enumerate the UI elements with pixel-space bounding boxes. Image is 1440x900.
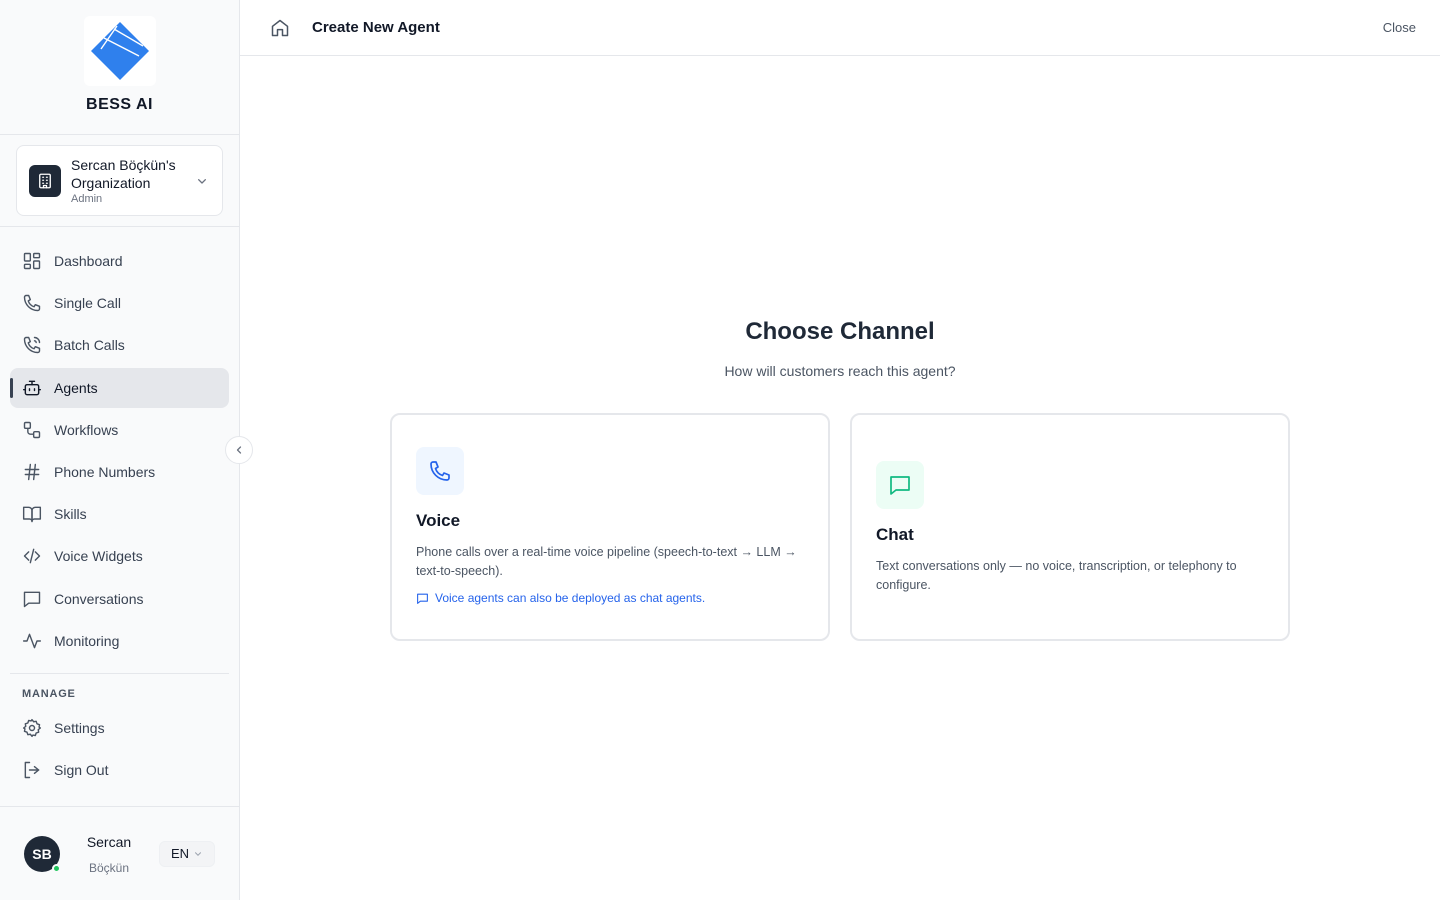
sidebar: BESS AI Sercan Böçkün's Organization Adm… [0,0,240,900]
nav-label: Workflows [54,421,119,438]
nav-label: Sign Out [54,761,109,778]
nav-label: Monitoring [54,632,120,649]
nav-item-agents[interactable]: Agents [10,367,229,408]
home-icon[interactable] [268,16,292,40]
brand-name: BESS AI [86,96,153,113]
close-button[interactable]: Close [1383,20,1416,35]
settings-icon [22,718,42,738]
choose-channel-title: Choose Channel [745,318,935,345]
building-icon [29,164,61,197]
online-status-dot [52,863,61,873]
code-icon [22,546,42,566]
organization-name: Sercan Böçkün's Organization [71,156,176,191]
chat-channel-card[interactable]: Chat Text conversations only — no voice,… [850,413,1290,641]
voice-card-description: Phone calls over a real-time voice pipel… [416,545,797,578]
nav-item-monitoring[interactable]: Monitoring [10,621,229,661]
chevron-down-icon [195,851,202,856]
nav-label: Voice Widgets [54,548,143,565]
nav-item-skills[interactable]: Skills [10,494,229,534]
bot-icon [22,378,42,398]
nav-label: Single Call [54,295,121,312]
nav-item-workflows[interactable]: Workflows [10,410,229,450]
voice-card-title: Voice [416,511,461,530]
choose-channel-subtitle: How will customers reach this agent? [724,363,956,379]
dashboard-icon [22,251,42,271]
manage-section-label: MANAGE [22,687,76,700]
avatar-initials: SB [32,845,52,862]
diamond-logo-icon [90,22,149,80]
logo[interactable] [83,16,156,86]
workflow-icon [22,420,42,440]
voice-channel-card[interactable]: Voice Phone calls over a real-time voice… [390,413,830,641]
language-selector[interactable]: EN [159,840,215,867]
message-square-icon [22,589,42,609]
page-title: Create New Agent [312,19,440,36]
phone-calls-icon [22,335,42,355]
nav-label: Agents [54,379,98,396]
sign-out-icon [22,760,42,780]
phone-icon [416,447,464,495]
book-icon [22,504,42,524]
phone-icon [22,293,42,313]
brand: BESS AI [0,0,239,135]
nav-item-dashboard[interactable]: Dashboard [10,241,229,281]
nav-label: Phone Numbers [54,463,156,480]
organization-switcher[interactable]: Sercan Böçkün's Organization Admin [16,145,223,216]
nav-item-conversations[interactable]: Conversations [10,579,229,619]
hash-icon [22,462,42,482]
message-square-icon [417,593,428,604]
nav-label: Batch Calls [54,337,125,354]
nav-label: Dashboard [54,253,123,269]
collapse-sidebar-button[interactable] [225,436,253,464]
nav-item-settings[interactable]: Settings [10,708,229,748]
chat-card-description: Text conversations only — no voice, tran… [876,559,1237,592]
user-first-name: Sercan [86,833,132,850]
nav-item-voice-widgets[interactable]: Voice Widgets [10,536,229,576]
language-label: EN [170,846,190,861]
message-square-icon [876,461,924,509]
voice-card-note: Voice agents can also be deployed as cha… [416,591,804,605]
nav-item-batch-calls[interactable]: Batch Calls [10,325,229,365]
chevron-left-icon [236,446,242,454]
user-last-name: Böçkün [88,860,130,875]
main-content: Choose Channel How will customers reach … [240,56,1440,900]
nav-label: Skills [54,506,87,523]
avatar[interactable]: SB [24,835,61,873]
voice-card-note-text: Voice agents can also be deployed as cha… [435,591,706,605]
nav-label: Conversations [54,590,144,607]
activity-icon [22,631,42,651]
nav-item-single-call[interactable]: Single Call [10,283,229,323]
main-nav: Dashboard Single Call Batch Calls Agents… [0,227,239,661]
organization-role: Admin [71,192,103,205]
nav-label: Settings [54,719,105,736]
nav-item-phone-numbers[interactable]: Phone Numbers [10,452,229,492]
chat-card-title: Chat [876,525,914,544]
top-header: Create New Agent Close [240,0,1440,56]
nav-item-sign-out[interactable]: Sign Out [10,750,229,790]
user-profile: SB Sercan Böçkün EN [0,806,239,900]
chevron-down-icon [198,178,206,184]
